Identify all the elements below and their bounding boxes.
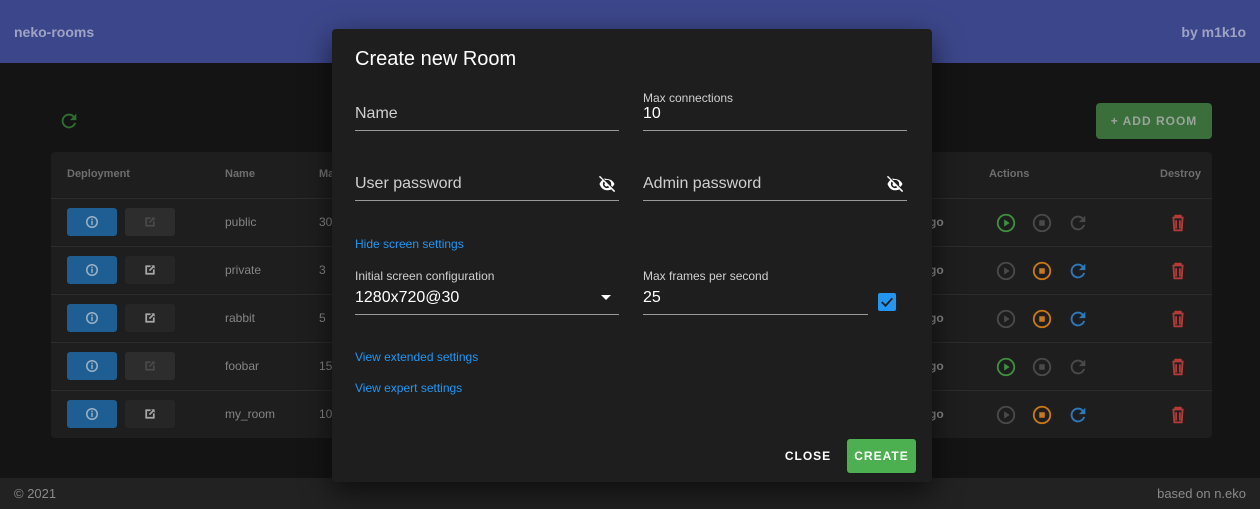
info-button[interactable] (67, 352, 117, 380)
create-button[interactable]: CREATE (847, 439, 916, 473)
name-placeholder: Name (355, 105, 398, 122)
room-max: 15 (319, 359, 333, 373)
trash-icon[interactable] (1167, 356, 1189, 378)
open-external-icon (145, 313, 155, 323)
admin-password-field[interactable]: Admin password (643, 161, 907, 201)
info-button[interactable] (67, 304, 117, 332)
max-fps-label: Max frames per second (643, 269, 769, 283)
open-external-button[interactable] (125, 352, 175, 380)
restart-icon[interactable] (1067, 404, 1089, 426)
info-button[interactable] (67, 400, 117, 428)
info-button[interactable] (67, 256, 117, 284)
max-connections-label: Max connections (643, 91, 734, 105)
info-icon (86, 216, 98, 228)
trash-icon[interactable] (1167, 212, 1189, 234)
room-name: foobar (225, 359, 260, 373)
open-external-icon (145, 361, 155, 371)
check-icon (881, 297, 893, 308)
start-icon[interactable] (995, 260, 1017, 282)
header-deployment: Deployment (67, 168, 130, 180)
refresh-icon[interactable] (58, 110, 80, 132)
info-button[interactable] (67, 208, 117, 236)
restart-icon[interactable] (1067, 260, 1089, 282)
stop-icon[interactable] (1031, 356, 1053, 378)
app-title: neko-rooms (14, 23, 95, 40)
user-password-placeholder: User password (355, 175, 462, 192)
dropdown-arrow-icon (601, 295, 611, 300)
room-name: private (225, 263, 262, 277)
info-icon (86, 408, 98, 420)
room-max: 10 (319, 407, 333, 421)
header-destroy: Destroy (1160, 168, 1201, 180)
info-icon (86, 312, 98, 324)
room-name: public (225, 215, 257, 229)
trash-icon[interactable] (1167, 260, 1189, 282)
open-external-button[interactable] (125, 208, 175, 236)
open-external-button[interactable] (125, 400, 175, 428)
restart-icon[interactable] (1067, 356, 1089, 378)
stop-icon[interactable] (1031, 260, 1053, 282)
trash-icon[interactable] (1167, 404, 1189, 426)
open-external-icon (145, 409, 155, 419)
info-icon (86, 360, 98, 372)
screen-config-select[interactable]: Initial screen configuration 1280x720@30 (355, 269, 619, 315)
screen-config-value: 1280x720@30 (355, 289, 460, 306)
open-external-icon (145, 217, 155, 227)
hide-screen-settings-link[interactable]: Hide screen settings (355, 237, 464, 251)
start-icon[interactable] (995, 356, 1017, 378)
restart-icon[interactable] (1067, 212, 1089, 234)
room-name: my_room (225, 407, 276, 421)
info-icon (86, 264, 98, 276)
max-connections-field[interactable]: Max connections 10 (643, 91, 907, 131)
author-label: by m1k1o (1181, 23, 1246, 40)
based-on: based on n.eko (1157, 486, 1246, 501)
eye-off-icon[interactable] (595, 174, 619, 194)
create-room-dialog: Create new Room Name Max connections 10 … (332, 29, 932, 482)
room-max: 30 (319, 215, 333, 229)
room-max: 5 (319, 311, 326, 325)
open-external-button[interactable] (125, 304, 175, 332)
stop-icon[interactable] (1031, 212, 1053, 234)
stop-icon[interactable] (1031, 308, 1053, 330)
view-expert-settings-link[interactable]: View expert settings (355, 381, 462, 395)
header-actions: Actions (989, 168, 1030, 180)
room-name: rabbit (225, 311, 256, 325)
max-fps-value: 25 (643, 289, 661, 306)
dialog-title: Create new Room (355, 48, 517, 70)
trash-icon[interactable] (1167, 308, 1189, 330)
max-fps-field[interactable]: Max frames per second 25 (643, 269, 868, 315)
user-password-field[interactable]: User password (355, 161, 619, 201)
room-max: 3 (319, 263, 326, 277)
header-name: Name (225, 168, 255, 180)
max-fps-checkbox[interactable] (878, 293, 896, 311)
max-connections-value: 10 (643, 105, 661, 122)
start-icon[interactable] (995, 308, 1017, 330)
open-external-button[interactable] (125, 256, 175, 284)
add-room-button[interactable]: + ADD ROOM (1096, 103, 1212, 139)
eye-off-icon[interactable] (883, 174, 907, 194)
close-button[interactable]: CLOSE (776, 439, 840, 473)
start-icon[interactable] (995, 404, 1017, 426)
copyright: © 2021 (14, 486, 57, 501)
start-icon[interactable] (995, 212, 1017, 234)
restart-icon[interactable] (1067, 308, 1089, 330)
stop-icon[interactable] (1031, 404, 1053, 426)
view-extended-settings-link[interactable]: View extended settings (355, 350, 478, 364)
footer: © 2021 based on n.eko (0, 478, 1260, 509)
name-field[interactable]: Name (355, 91, 619, 131)
screen-config-label: Initial screen configuration (355, 269, 495, 283)
open-external-icon (145, 265, 155, 275)
admin-password-placeholder: Admin password (643, 175, 762, 192)
